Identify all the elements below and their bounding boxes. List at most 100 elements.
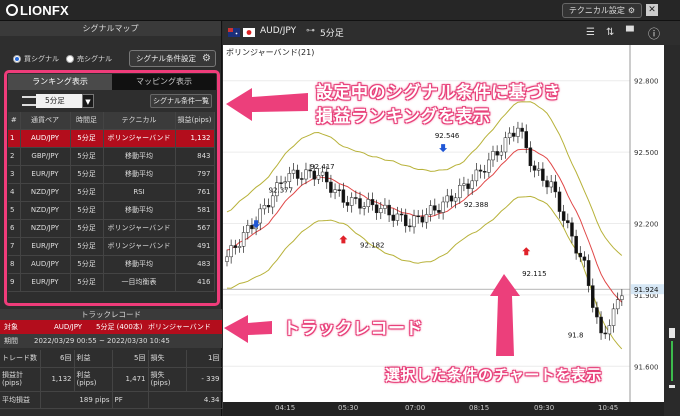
candle-body	[516, 127, 520, 137]
table-row[interactable]: 2 GBP/JPY 5分足 移動平均 843	[8, 147, 215, 166]
candle-body	[258, 208, 262, 224]
chevron-down-icon[interactable]: ▼	[82, 94, 94, 108]
column-header: 時間足	[70, 112, 104, 130]
zoom-out-icon[interactable]	[669, 385, 675, 388]
annotation-track-record: トラックレコード	[283, 319, 423, 339]
top-bar: LIONFX テクニカル設定 ⚙ ✕	[0, 0, 680, 21]
stat-value: 189 pips	[40, 391, 113, 409]
candle-body	[237, 246, 242, 248]
table-row[interactable]: 3 EUR/JPY 5分足 移動平均 797	[8, 165, 215, 184]
chart-pair[interactable]: AUD/JPY	[260, 26, 296, 36]
track-record-period: 期間 2022/03/29 00:55 ~ 2022/03/30 10:45	[0, 334, 222, 348]
price-tick: 92.500	[634, 149, 659, 157]
stat-label: 損失	[148, 350, 187, 368]
candle-body	[532, 165, 537, 171]
paint-roller-icon[interactable]: ▀	[626, 27, 634, 38]
signal-condition-button[interactable]: シグナル条件設定 ⚙	[129, 50, 216, 67]
table-cell: 移動平均	[103, 147, 176, 166]
info-icon[interactable]: ⓘ	[648, 25, 660, 42]
candle-body	[441, 201, 445, 213]
tab-mapping[interactable]: マッピング表示	[112, 74, 216, 90]
time-tick: 08:15	[469, 404, 490, 412]
candle-body	[341, 189, 346, 203]
stat-label: 平均損益	[0, 391, 41, 409]
candle-body	[491, 151, 495, 161]
radio-sell[interactable]: 売シグナル	[66, 54, 112, 64]
table-cell: 567	[175, 219, 215, 238]
timeframe-select[interactable]: 5分足	[36, 94, 82, 108]
table-row[interactable]: 4 NZD/JPY 5分足 RSI 761	[8, 183, 215, 202]
table-cell: 2	[8, 147, 21, 166]
candle-body	[424, 214, 429, 223]
table-cell: 5分足	[70, 129, 104, 148]
radio-buy-label: 買シグナル	[24, 55, 59, 63]
candle-body	[395, 213, 400, 221]
stat-value: 1,471	[112, 367, 149, 392]
stats-row: 平均損益 189 pips PF 4.34	[0, 391, 223, 409]
time-tick: 09:30	[534, 404, 555, 412]
candle-body	[528, 147, 533, 167]
tech-settings-label: テクニカル設定	[568, 6, 625, 15]
table-row[interactable]: 9 EUR/JPY 5分足 一目均衡表 416	[8, 273, 215, 292]
candle-body	[349, 197, 354, 206]
condition-list-button[interactable]: シグナル条件一覧	[150, 94, 212, 108]
candle-body	[325, 171, 329, 183]
tab-ranking[interactable]: ランキング表示	[8, 74, 112, 90]
zoom-slider[interactable]	[671, 341, 673, 381]
candle-body	[333, 189, 337, 193]
candle-body	[391, 214, 395, 221]
time-tick: 07:00	[405, 404, 426, 412]
stat-label: 損益計 (pips)	[0, 367, 41, 392]
table-cell: NZD/JPY	[20, 219, 71, 238]
menu-lines-icon[interactable]: ☰	[586, 27, 595, 38]
table-row[interactable]: 7 EUR/JPY 5分足 ボリンジャーバンド 491	[8, 237, 215, 256]
stat-value: 4.34	[148, 391, 223, 409]
table-cell: 5分足	[70, 273, 104, 292]
candle-body	[246, 225, 250, 233]
candle-body	[420, 216, 425, 223]
stat-value: 1,132	[40, 367, 75, 392]
column-header: 通貨ペア	[20, 112, 71, 130]
radio-buy[interactable]: 買シグナル	[13, 54, 59, 64]
table-cell: 5分足	[70, 201, 104, 220]
candle-body	[507, 132, 512, 138]
table-cell: 5分足	[70, 183, 104, 202]
tech-settings-button[interactable]: テクニカル設定 ⚙	[561, 3, 642, 18]
time-tick: 04:15	[275, 404, 296, 412]
table-cell: EUR/JPY	[20, 165, 71, 184]
sell-signal-arrow	[522, 247, 531, 256]
table-cell: 416	[175, 273, 215, 292]
candle-body	[541, 168, 545, 181]
candle-body	[536, 168, 541, 171]
close-icon[interactable]: ✕	[646, 4, 658, 16]
stat-label: PF	[112, 391, 149, 409]
table-row[interactable]: 5 NZD/JPY 5分足 移動平均 581	[8, 201, 215, 220]
table-row[interactable]: 6 NZD/JPY 5分足 ボリンジャーバンド 567	[8, 219, 215, 238]
chart-side-strip	[664, 45, 680, 402]
candle-body	[620, 295, 624, 300]
candle-body	[283, 181, 287, 184]
table-cell: 5分足	[70, 165, 104, 184]
candle-body	[545, 180, 549, 188]
candle-body	[241, 232, 246, 247]
ranking-table: # 通貨ペア 時間足 テクニカル 損益(pips) 1 AUD/JPY 5分足 ボリンジャーバ…	[8, 112, 215, 292]
annotation-chart: 選択した条件のチャートを表示	[385, 366, 602, 384]
candle-body	[582, 256, 587, 261]
candle-body	[354, 197, 358, 199]
candle-body	[287, 173, 292, 182]
compare-icon[interactable]: ⇅	[606, 27, 614, 38]
time-tick: 10:45	[598, 404, 619, 412]
price-label: 92.417	[310, 163, 335, 171]
table-cell: 4	[8, 183, 21, 202]
candle-body	[266, 205, 271, 208]
table-row[interactable]: 8 AUD/JPY 5分足 移動平均 483	[8, 255, 215, 274]
target-tech: ボリンジャーバンド	[148, 323, 211, 331]
candle-body	[615, 299, 620, 310]
zoom-in-icon[interactable]	[669, 328, 675, 338]
table-row[interactable]: 1 AUD/JPY 5分足 ボリンジャーバンド 1,132	[8, 129, 215, 148]
price-label: 91.8	[568, 332, 584, 340]
chart-timeframe[interactable]: 5分足	[320, 26, 344, 39]
track-record-stats: トレード数 6回 利益 5回 損失 1回 損益計 (pips) 1,132 利益…	[0, 350, 223, 409]
stat-value: - 339	[186, 367, 223, 392]
annotation-ranking-line1: 設定中のシグナル条件に基づき	[316, 83, 561, 103]
